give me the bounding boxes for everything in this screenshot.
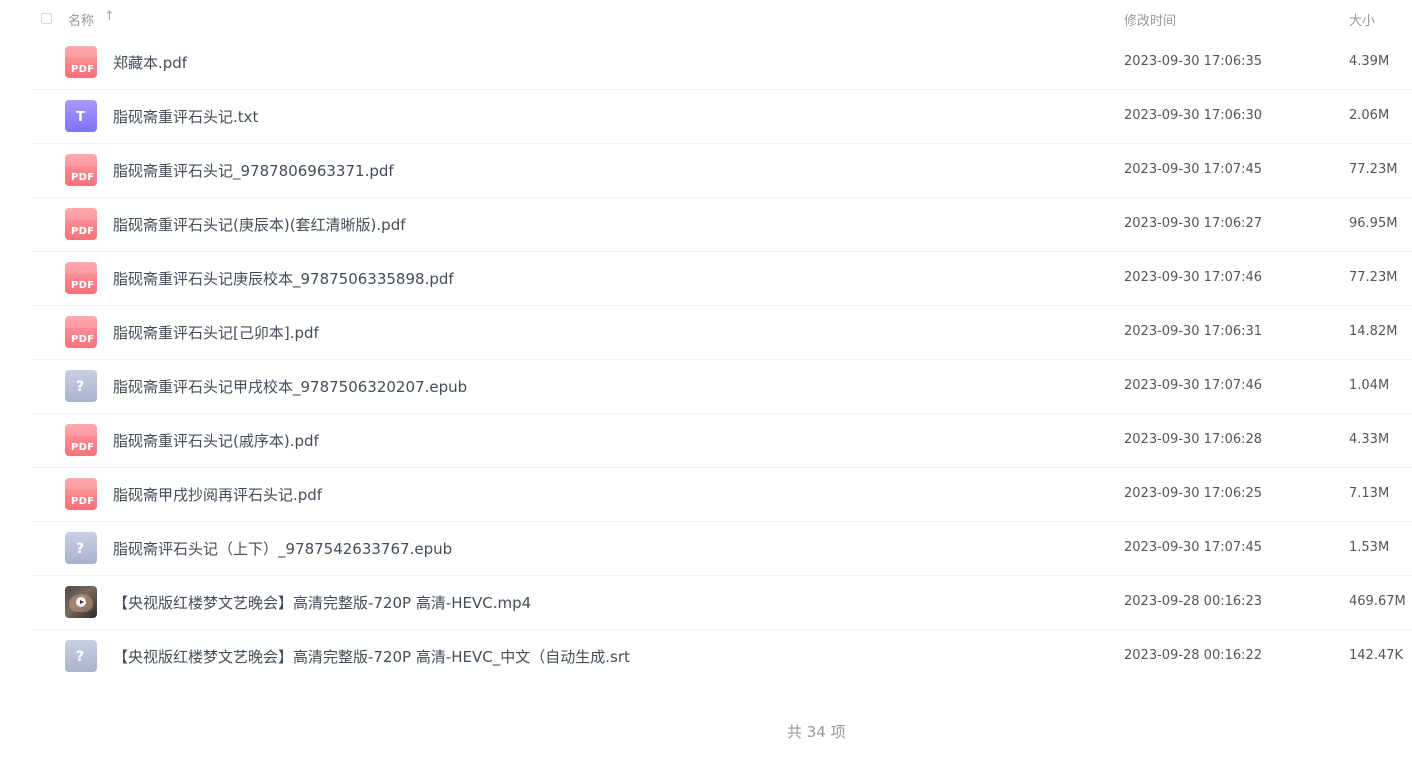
file-icon-label: PDF bbox=[71, 496, 95, 507]
file-modified-time: 2023-09-30 17:07:45 bbox=[1124, 162, 1263, 177]
file-list: PDF 郑藏本.pdf 2023-09-30 17:06:35 4.39M T 脂砚斋重评… bbox=[0, 36, 1412, 683]
file-row[interactable]: PDF 脂砚斋重评石头记(戚序本).pdf 2023-09-30 17:06:28 4… bbox=[32, 414, 1412, 468]
file-icon-label: PDF bbox=[71, 442, 95, 453]
pdf-file-icon: PDF bbox=[65, 424, 97, 456]
file-name[interactable]: 脂砚斋甲戌抄阅再评石头记.pdf bbox=[113, 484, 322, 505]
file-row[interactable]: PDF 脂砚斋重评石头记_9787806963371.pdf 2023-09-30 … bbox=[32, 144, 1412, 198]
file-name[interactable]: 【央视版红楼梦文艺晚会】高清完整版-720P 高清-HEVC_中文（自动生成.s… bbox=[113, 646, 630, 667]
total-count: 共 34 项 bbox=[787, 723, 846, 741]
file-modified-time: 2023-09-28 00:16:23 bbox=[1124, 594, 1263, 609]
video-thumbnail-icon bbox=[65, 586, 97, 618]
file-size: 77.23M bbox=[1349, 162, 1398, 177]
file-row[interactable]: PDF 郑藏本.pdf 2023-09-30 17:06:35 4.39M bbox=[32, 36, 1412, 90]
file-modified-time: 2023-09-30 17:07:46 bbox=[1124, 270, 1263, 285]
file-row[interactable]: PDF 脂砚斋重评石头记[己卯本].pdf 2023-09-30 17:06:31 1… bbox=[32, 306, 1412, 360]
file-size: 14.82M bbox=[1349, 324, 1398, 339]
file-size: 77.23M bbox=[1349, 270, 1398, 285]
file-size: 1.04M bbox=[1349, 378, 1390, 393]
file-name[interactable]: 脂砚斋重评石头记[己卯本].pdf bbox=[113, 322, 319, 343]
pdf-file-icon: PDF bbox=[65, 208, 97, 240]
file-name[interactable]: 【央视版红楼梦文艺晚会】高清完整版-720P 高清-HEVC.mp4 bbox=[113, 592, 531, 613]
list-footer: 共 34 项 bbox=[0, 719, 1412, 741]
file-row[interactable]: ? 脂砚斋重评石头记甲戌校本_9787506320207.epub 2023-09-… bbox=[32, 360, 1412, 414]
file-icon-label: ? bbox=[76, 649, 85, 665]
file-size: 1.53M bbox=[1349, 540, 1390, 555]
file-icon-label: PDF bbox=[71, 172, 95, 183]
file-size: 96.95M bbox=[1349, 216, 1398, 231]
file-modified-time: 2023-09-30 17:06:25 bbox=[1124, 486, 1263, 501]
file-name[interactable]: 脂砚斋重评石头记庚辰校本_9787506335898.pdf bbox=[113, 268, 454, 289]
file-size: 2.06M bbox=[1349, 108, 1390, 123]
file-name[interactable]: 脂砚斋重评石头记(庚辰本)(套红清晰版).pdf bbox=[113, 214, 406, 235]
file-icon-label: PDF bbox=[71, 280, 95, 291]
file-modified-time: 2023-09-30 17:06:30 bbox=[1124, 108, 1263, 123]
file-size: 7.13M bbox=[1349, 486, 1390, 501]
file-size: 4.39M bbox=[1349, 54, 1390, 69]
column-header-size[interactable]: 大小 bbox=[1349, 10, 1375, 29]
file-row[interactable]: PDF 脂砚斋重评石头记(庚辰本)(套红清晰版).pdf 2023-09-30 17… bbox=[32, 198, 1412, 252]
select-all-checkbox[interactable] bbox=[41, 13, 52, 24]
file-modified-time: 2023-09-28 00:16:22 bbox=[1124, 648, 1263, 663]
file-name[interactable]: 脂砚斋重评石头记(戚序本).pdf bbox=[113, 430, 319, 451]
file-icon-label: PDF bbox=[71, 64, 95, 75]
file-icon-label: ? bbox=[76, 379, 85, 395]
file-modified-time: 2023-09-30 17:06:31 bbox=[1124, 324, 1263, 339]
column-header-name[interactable]: 名称 bbox=[68, 10, 94, 29]
text-file-icon: T bbox=[65, 100, 97, 132]
file-row[interactable]: 【央视版红楼梦文艺晚会】高清完整版-720P 高清-HEVC.mp4 2023-0… bbox=[32, 576, 1412, 630]
file-modified-time: 2023-09-30 17:06:28 bbox=[1124, 432, 1263, 447]
file-list-header: 名称 ↑ 修改时间 大小 bbox=[0, 0, 1412, 36]
file-modified-time: 2023-09-30 17:06:27 bbox=[1124, 216, 1263, 231]
file-name[interactable]: 脂砚斋重评石头记_9787806963371.pdf bbox=[113, 160, 394, 181]
pdf-file-icon: PDF bbox=[65, 46, 97, 78]
unknown-file-icon: ? bbox=[65, 532, 97, 564]
file-modified-time: 2023-09-30 17:06:35 bbox=[1124, 54, 1263, 69]
file-modified-time: 2023-09-30 17:07:45 bbox=[1124, 540, 1263, 555]
file-row[interactable]: ? 【央视版红楼梦文艺晚会】高清完整版-720P 高清-HEVC_中文（自动生成.… bbox=[32, 630, 1412, 683]
play-icon bbox=[76, 597, 86, 607]
file-row[interactable]: T 脂砚斋重评石头记.txt 2023-09-30 17:06:30 2.06M bbox=[32, 90, 1412, 144]
unknown-file-icon: ? bbox=[65, 640, 97, 672]
file-name[interactable]: 脂砚斋评石头记（上下）_9787542633767.epub bbox=[113, 538, 452, 559]
file-icon-label: ? bbox=[76, 541, 85, 557]
arrow-up-icon[interactable]: ↑ bbox=[104, 9, 115, 24]
pdf-file-icon: PDF bbox=[65, 154, 97, 186]
pdf-file-icon: PDF bbox=[65, 316, 97, 348]
file-size: 4.33M bbox=[1349, 432, 1390, 447]
file-modified-time: 2023-09-30 17:07:46 bbox=[1124, 378, 1263, 393]
file-row[interactable]: PDF 脂砚斋甲戌抄阅再评石头记.pdf 2023-09-30 17:06:25 7.… bbox=[32, 468, 1412, 522]
pdf-file-icon: PDF bbox=[65, 478, 97, 510]
column-header-modified[interactable]: 修改时间 bbox=[1124, 10, 1176, 29]
file-size: 469.67M bbox=[1349, 594, 1406, 609]
file-row[interactable]: ? 脂砚斋评石头记（上下）_9787542633767.epub 2023-09-3… bbox=[32, 522, 1412, 576]
file-row[interactable]: PDF 脂砚斋重评石头记庚辰校本_9787506335898.pdf 2023-09… bbox=[32, 252, 1412, 306]
file-name[interactable]: 脂砚斋重评石头记甲戌校本_9787506320207.epub bbox=[113, 376, 467, 397]
file-icon-label: PDF bbox=[71, 334, 95, 345]
unknown-file-icon: ? bbox=[65, 370, 97, 402]
file-icon-label: T bbox=[76, 110, 85, 125]
file-size: 142.47K bbox=[1349, 648, 1404, 663]
file-name[interactable]: 郑藏本.pdf bbox=[113, 52, 187, 73]
pdf-file-icon: PDF bbox=[65, 262, 97, 294]
file-icon-label: PDF bbox=[71, 226, 95, 237]
file-name[interactable]: 脂砚斋重评石头记.txt bbox=[113, 106, 258, 127]
